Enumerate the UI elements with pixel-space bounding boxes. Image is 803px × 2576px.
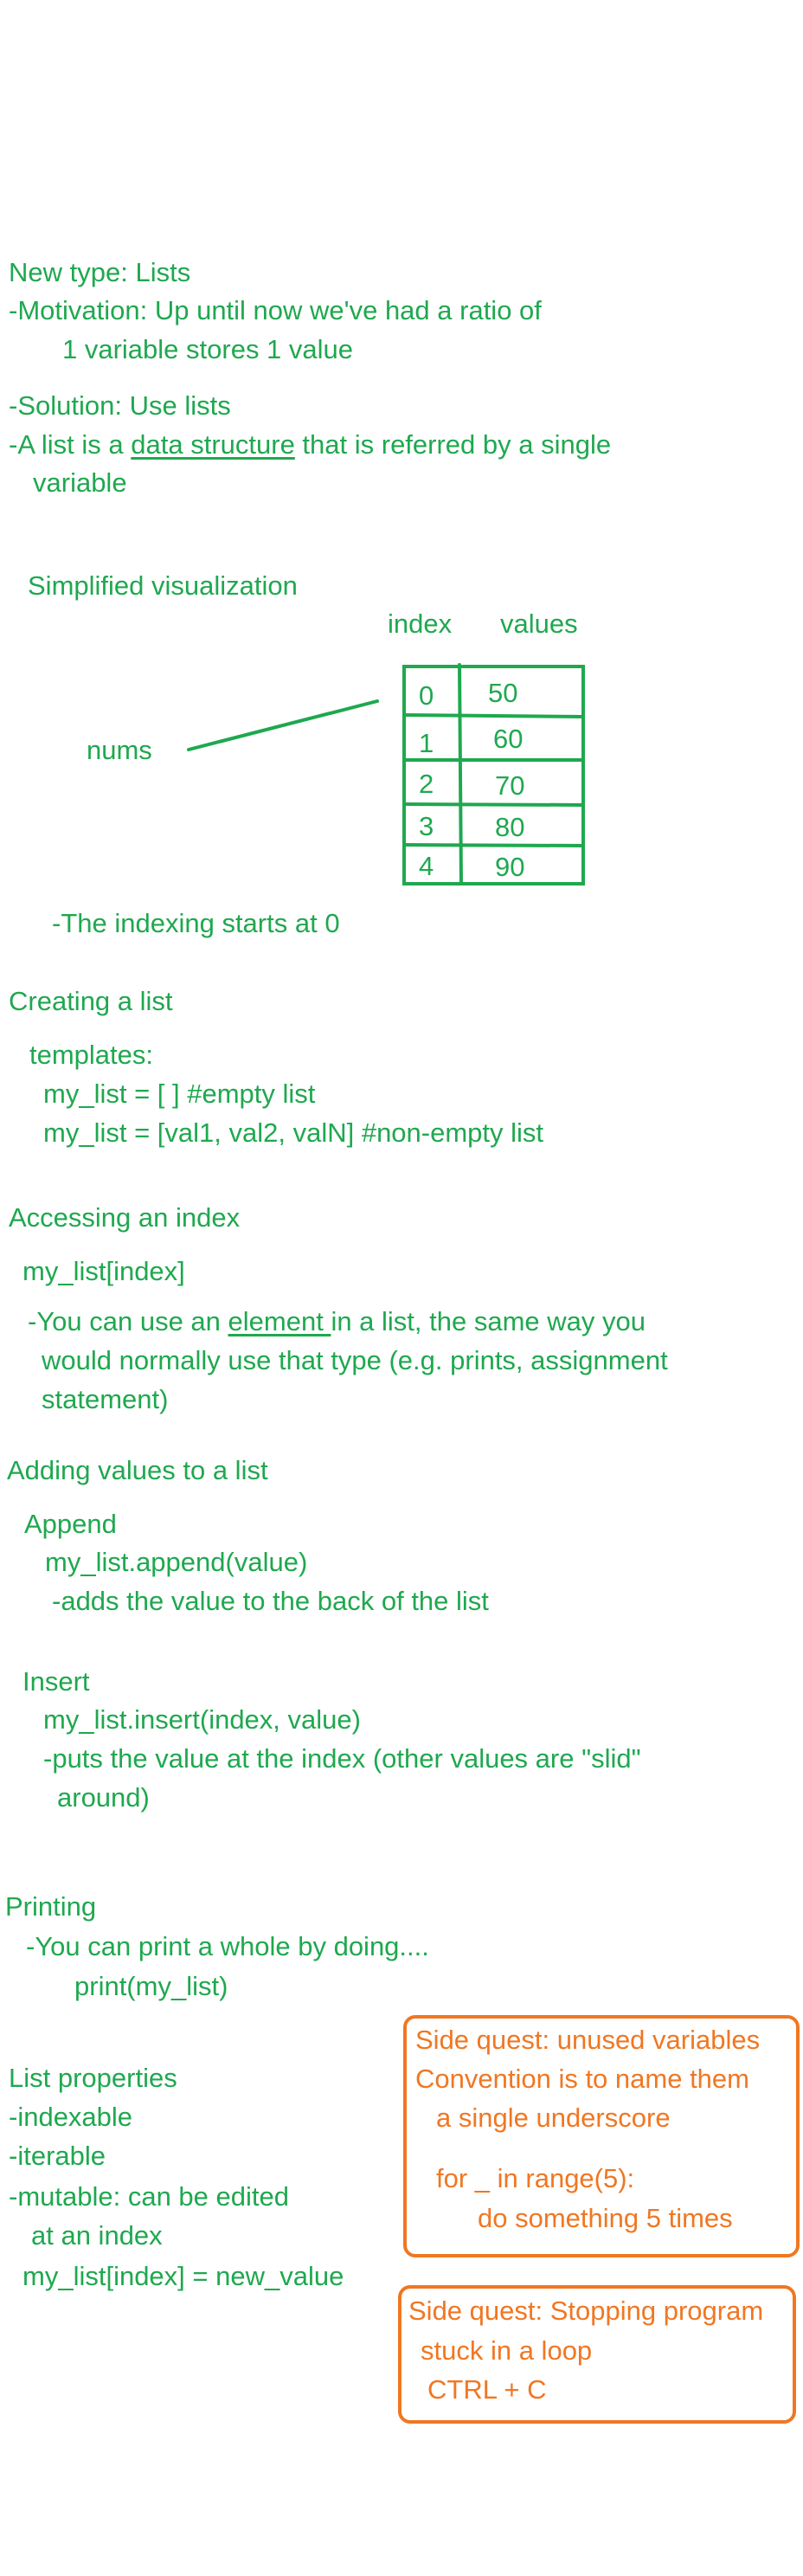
empty-list-template: my_list = [ ] #empty list	[43, 1079, 316, 1109]
insert-syntax: my_list.insert(index, value)	[43, 1704, 361, 1735]
value-cell: 50	[488, 678, 518, 708]
side-quest-2-shortcut: CTRL + C	[427, 2374, 547, 2405]
index-cell: 1	[419, 728, 434, 758]
notes-page: New type: Lists -Motivation: Up until no…	[0, 0, 803, 2576]
element-note-prefix: -You can use an	[28, 1306, 228, 1336]
side-quest-1-line-3: a single underscore	[436, 2103, 671, 2133]
accessing-syntax: my_list[index]	[22, 1256, 185, 1286]
adding-heading: Adding values to a list	[7, 1455, 268, 1485]
properties-heading: List properties	[9, 2063, 177, 2093]
print-code: print(my_list)	[74, 1971, 228, 2001]
property-item: -indexable	[9, 2102, 133, 2132]
mutation-example: my_list[index] = new_value	[22, 2261, 344, 2291]
value-cell: 60	[493, 724, 524, 754]
append-note: -adds the value to the back of the list	[52, 1586, 489, 1616]
index-cell: 2	[419, 769, 434, 799]
insert-note-line-1: -puts the value at the index (other valu…	[43, 1743, 641, 1774]
non-empty-list-template: my_list = [val1, val2, valN] #non-empty …	[43, 1117, 544, 1148]
element-note-line-3: statement)	[42, 1384, 169, 1414]
append-syntax: my_list.append(value)	[45, 1547, 308, 1577]
mutable-line-2: at an index	[31, 2220, 163, 2251]
element-note-line-2: would normally use that type (e.g. print…	[42, 1345, 668, 1375]
templates-label: templates:	[29, 1040, 154, 1070]
side-quest-1-line-2: Convention is to name them	[415, 2064, 749, 2094]
accessing-heading: Accessing an index	[9, 1202, 241, 1233]
property-item: -iterable	[9, 2141, 106, 2171]
index-cell: 0	[419, 680, 434, 711]
value-cell: 90	[495, 852, 525, 882]
index-cell: 4	[419, 851, 434, 881]
element-term: element	[228, 1306, 331, 1336]
property-item: -mutable: can be edited	[9, 2181, 289, 2212]
printing-note: -You can print a whole by doing....	[26, 1931, 429, 1961]
value-cell: 70	[495, 770, 525, 801]
creating-heading: Creating a list	[9, 986, 173, 1016]
side-quest-2-line-2: stuck in a loop	[421, 2335, 593, 2366]
side-quest-2-title: Side quest: Stopping program	[408, 2296, 764, 2326]
insert-label: Insert	[22, 1666, 90, 1697]
insert-note-line-2: around)	[57, 1782, 150, 1813]
index-cell: 3	[419, 811, 434, 841]
append-label: Append	[24, 1509, 117, 1539]
element-note-line-1: -You can use an element in a list, the s…	[28, 1306, 646, 1337]
reference-arrow-line	[187, 699, 379, 751]
side-quest-1-code-line-1: for _ in range(5):	[436, 2163, 635, 2193]
value-cell: 80	[495, 812, 525, 842]
indexing-note: -The indexing starts at 0	[52, 908, 340, 938]
printing-heading: Printing	[5, 1891, 97, 1922]
side-quest-1-code-line-2: do something 5 times	[478, 2203, 733, 2233]
element-note-suffix: in a list, the same way you	[331, 1306, 646, 1336]
side-quest-1-title: Side quest: unused variables	[415, 2025, 761, 2055]
